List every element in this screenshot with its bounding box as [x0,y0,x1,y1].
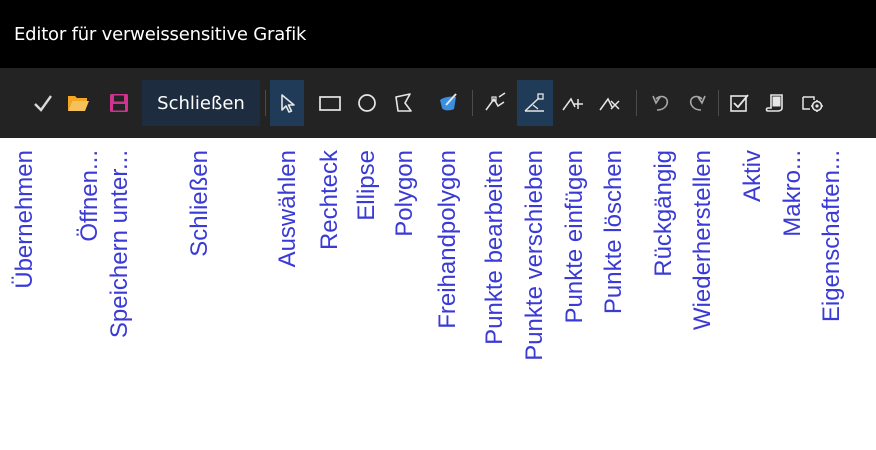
freehand-polygon-tool-button[interactable] [432,80,464,126]
macro-icon [765,94,783,112]
ellipse-tool-button[interactable] [351,80,383,126]
insert-points-icon [562,97,583,111]
floppy-disk-icon [110,94,128,112]
undo-button[interactable] [646,80,676,126]
label-redo: Wiederherstellen [689,150,716,331]
title-bar: Editor für verweissensitive Grafik [0,0,876,68]
edit-points-icon [485,92,506,111]
properties-icon [802,96,823,112]
move-points-icon [524,93,544,112]
toolbar-separator [265,90,266,116]
label-freehand: Freihandpolygon [434,150,461,329]
label-save-as: Speichern unter... [106,150,133,339]
polygon-tool-button[interactable] [387,80,421,126]
arrow-pointer-icon [281,94,295,113]
ellipse-icon [358,94,376,112]
toolbar-separator [718,90,719,116]
undo-icon [652,95,669,111]
label-move-points: Punkte verschieben [521,150,548,361]
properties-button[interactable] [796,80,830,126]
toolbar-separator [636,90,637,116]
open-button[interactable] [62,80,94,126]
macro-button[interactable] [760,80,790,126]
label-select: Auswählen [274,150,301,268]
save-as-button[interactable] [104,80,134,126]
label-macro: Makro... [779,150,806,237]
window-title: Editor für verweissensitive Grafik [14,24,307,45]
redo-button[interactable] [682,80,712,126]
label-open: Öffnen... [76,150,103,242]
edit-points-button[interactable] [480,80,512,126]
delete-points-icon [599,97,620,111]
label-properties: Eigenschaften... [818,150,845,323]
insert-points-button[interactable] [557,80,589,126]
redo-icon [689,95,706,111]
label-apply: Übernehmen [11,150,38,289]
apply-button[interactable] [28,80,58,126]
toolbar-separator [472,90,473,116]
label-edit-points: Punkte bearbeiten [481,150,508,345]
rectangle-tool-button[interactable] [313,80,347,126]
rectangle-icon [319,96,341,111]
label-active: Aktiv [739,150,766,203]
label-rectangle: Rechteck [316,150,343,251]
label-polygon: Polygon [391,150,418,237]
polygon-icon [395,93,412,112]
freehand-polygon-icon [440,93,457,111]
label-close: Schließen [186,150,213,257]
move-points-button[interactable] [517,80,553,126]
delete-points-button[interactable] [594,80,626,126]
active-toggle-button[interactable] [724,80,754,126]
label-ellipse: Ellipse [353,150,380,221]
close-button[interactable]: Schließen [142,80,260,126]
checkbox-icon [730,94,749,112]
label-insert-points: Punkte einfügen [561,150,588,324]
folder-icon [68,96,89,111]
select-tool-button[interactable] [270,80,304,126]
check-icon [34,95,52,112]
label-undo: Rückgängig [650,150,677,277]
label-delete-points: Punkte löschen [600,150,627,315]
